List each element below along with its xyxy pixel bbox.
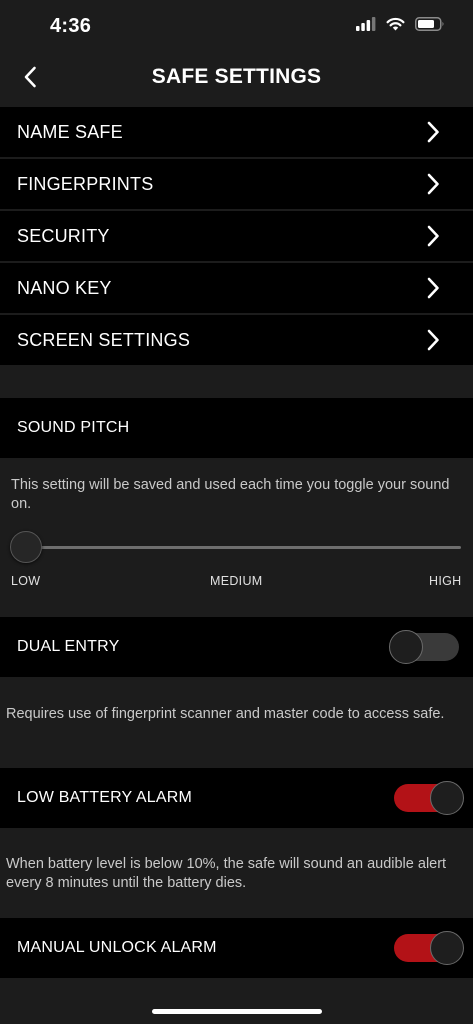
low-battery-alarm-toggle[interactable] — [394, 781, 464, 815]
menu-item-screen-settings[interactable]: SCREEN SETTINGS — [0, 315, 473, 365]
toggle-knob — [389, 630, 423, 664]
menu-item-label: FINGERPRINTS — [17, 173, 154, 194]
status-bar: 4:36 — [0, 0, 473, 52]
menu-item-label: SCREEN SETTINGS — [17, 329, 191, 350]
chevron-right-icon — [427, 173, 439, 195]
menu-item-security[interactable]: SECURITY — [0, 211, 473, 261]
menu-item-fingerprints[interactable]: FINGERPRINTS — [0, 159, 473, 209]
home-indicator[interactable] — [152, 1009, 322, 1014]
signal-icon — [356, 17, 376, 31]
sound-pitch-description: This setting will be saved and used each… — [11, 477, 450, 512]
low-battery-alarm-row: LOW BATTERY ALARM — [0, 768, 473, 828]
chevron-right-icon — [427, 277, 439, 299]
manual-unlock-alarm-toggle[interactable] — [394, 931, 464, 965]
settings-menu-list: NAME SAFE FINGERPRINTS SECURITY NANO KEY… — [0, 107, 473, 367]
menu-item-label: SECURITY — [17, 225, 110, 246]
status-time: 4:36 — [50, 15, 92, 37]
battery-icon — [415, 17, 444, 31]
menu-item-name-safe[interactable]: NAME SAFE — [0, 107, 473, 157]
chevron-right-icon — [427, 121, 439, 143]
safe-settings-screen: 4:36 SAFE SETTINGS NAME SAFE FINGERPRINT… — [0, 0, 473, 1024]
menu-item-label: NANO KEY — [17, 277, 112, 298]
low-battery-alarm-description: When battery level is below 10%, the saf… — [6, 856, 447, 891]
toggle-knob — [430, 781, 464, 815]
dual-entry-label: DUAL ENTRY — [17, 638, 120, 655]
sound-pitch-row: SOUND PITCH — [0, 398, 473, 458]
header: SAFE SETTINGS — [0, 52, 473, 106]
toggle-knob — [430, 931, 464, 965]
status-icons — [356, 17, 445, 31]
manual-unlock-alarm-row: MANUAL UNLOCK ALARM — [0, 918, 473, 978]
sound-pitch-slider-handle[interactable] — [10, 531, 42, 563]
slider-label-medium: MEDIUM — [210, 574, 263, 588]
sound-pitch-slider-track[interactable] — [26, 546, 461, 549]
low-battery-alarm-label: LOW BATTERY ALARM — [17, 789, 193, 806]
slider-label-low: LOW — [11, 574, 41, 588]
chevron-right-icon — [427, 329, 439, 351]
chevron-right-icon — [427, 225, 439, 247]
manual-unlock-alarm-label: MANUAL UNLOCK ALARM — [17, 939, 217, 956]
page-title: SAFE SETTINGS — [151, 65, 322, 88]
sound-pitch-label: SOUND PITCH — [17, 419, 130, 436]
menu-item-nano-key[interactable]: NANO KEY — [0, 263, 473, 313]
dual-entry-description: Requires use of fingerprint scanner and … — [6, 706, 445, 722]
menu-item-label: NAME SAFE — [17, 121, 123, 142]
dual-entry-toggle[interactable] — [389, 630, 459, 664]
dual-entry-row: DUAL ENTRY — [0, 617, 473, 677]
wifi-icon — [386, 17, 405, 31]
slider-label-high: HIGH — [429, 574, 462, 588]
